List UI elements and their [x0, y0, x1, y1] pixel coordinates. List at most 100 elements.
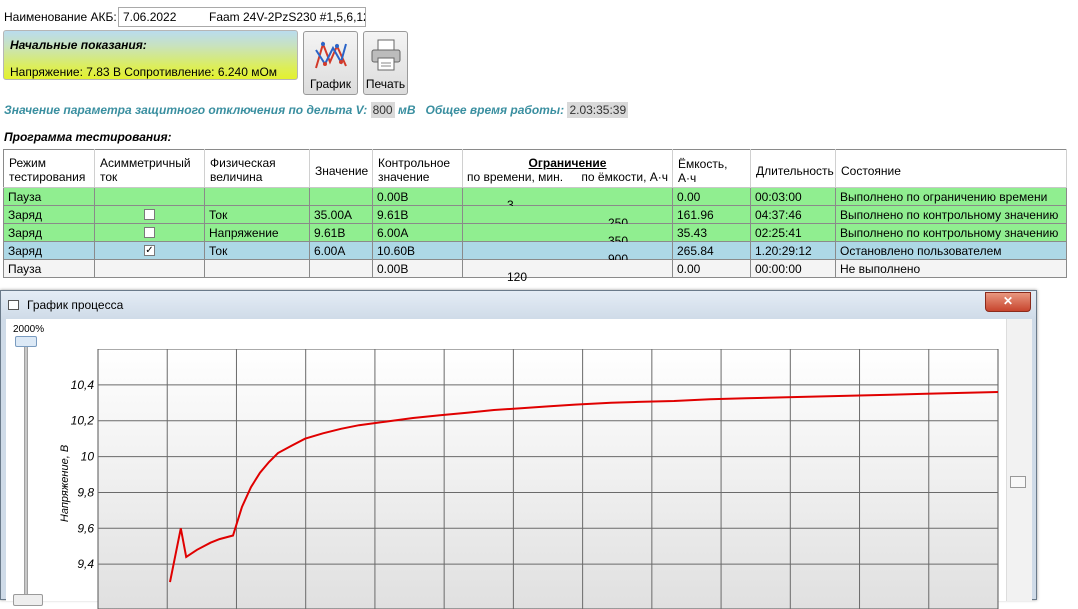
cell-duration: 00:03:00 [750, 187, 836, 206]
cell-control: 6.00А [372, 223, 463, 242]
cell-value: 9.61В [309, 223, 373, 242]
cell-control: 10.60В [372, 241, 463, 260]
close-button[interactable]: ✕ [985, 292, 1031, 312]
y-tick-label: 9,8 [77, 485, 94, 499]
vertical-scrollbar-thumb[interactable] [1010, 476, 1026, 488]
total-time-label: Общее время работы: [425, 103, 565, 117]
limit-capacity-header: по ёмкости, А·ч [581, 170, 668, 184]
graph-window: График процесса ✕ 2000% 9,4 9,6 9,8 10 10,2 1… [0, 290, 1037, 609]
col-header-value[interactable]: Значение [309, 149, 373, 188]
limit-time-value: 120 [507, 269, 528, 284]
cell-limit: 120 [462, 259, 673, 284]
cell-limit: 3 [462, 187, 673, 212]
graph-button-label: График [310, 77, 351, 91]
cell-control: 0.00В [372, 259, 463, 278]
col-header-duration[interactable]: Длительность [750, 149, 836, 188]
cell-duration: 1.20:29:12 [750, 241, 836, 260]
limit-time-header: по времени, мин. [467, 170, 564, 184]
total-time-value: 2.03:35:39 [567, 102, 629, 118]
test-program-table: Режим тестирования Асимметричный ток Физ… [3, 149, 1067, 284]
table-row[interactable]: Пауза 0.00В 120 0.00 00:00:00 Не выполнено [3, 259, 1067, 284]
cell-mode: Пауза [3, 187, 95, 206]
cell-phys [204, 259, 310, 278]
asym-checkbox[interactable] [144, 226, 155, 238]
cell-asym: ✓ [94, 241, 205, 260]
cell-asym [94, 259, 205, 278]
cell-capacity: 161.96 [672, 205, 751, 224]
cell-duration: 04:37:46 [750, 205, 836, 224]
cell-mode: Заряд [3, 241, 95, 260]
cell-asym [94, 187, 205, 206]
cell-value: 35.00А [309, 205, 373, 224]
table-row[interactable]: Заряд Напряжение 9.61В 6.00А 350 35.43 02:25:4… [3, 223, 1067, 248]
graph-window-titlebar[interactable]: График процесса ✕ [1, 291, 1036, 319]
delta-v-value: 800 [370, 102, 395, 118]
cell-limit: 350 [462, 223, 673, 248]
akb-model-text: Faam 24V-2PzS230 #1,5,6,12 [209, 10, 366, 24]
plot-area [97, 349, 999, 609]
cell-control: 0.00В [372, 187, 463, 206]
cell-capacity: 0.00 [672, 187, 751, 206]
cell-asym [94, 205, 205, 224]
cell-asym [94, 223, 205, 242]
col-header-mode[interactable]: Режим тестирования [3, 149, 95, 188]
asym-checkbox[interactable] [144, 208, 155, 220]
voltage-chart: 9,4 9,6 9,8 10 10,2 10,4 Напряжение, В [59, 349, 999, 609]
limit-header-title: Ограничение [528, 156, 607, 170]
zoom-slider-thumb[interactable] [15, 336, 37, 347]
col-header-asym[interactable]: Асимметричный ток [94, 149, 205, 188]
cell-value [309, 187, 373, 206]
cell-control: 9.61В [372, 205, 463, 224]
cell-state: Выполнено по контрольному значению [835, 205, 1067, 224]
table-row[interactable]: Заряд Ток 35.00А 9.61В 250 161.96 04:37:46 Выпо… [3, 205, 1067, 230]
zoom-slider-track[interactable] [24, 339, 28, 601]
cell-state: Остановлено пользователем [835, 241, 1067, 260]
graph-client-area: 2000% 9,4 9,6 9,8 10 10,2 10,4 Напряжение, В [6, 319, 1032, 609]
cell-duration: 00:00:00 [750, 259, 836, 278]
protection-param-row: Значение параметра защитного отключения … [4, 102, 629, 119]
cell-phys [204, 187, 310, 206]
initial-readings-panel: Начальные показания: Напряжение: 7.83 В … [3, 30, 298, 80]
cell-state: Выполнено по ограничению времени [835, 187, 1067, 206]
y-tick-label: 10,4 [71, 378, 95, 392]
zoom-level-label: 2000% [13, 324, 45, 335]
cell-duration: 02:25:41 [750, 223, 836, 242]
y-tick-label: 10,2 [71, 414, 95, 428]
col-header-capacity[interactable]: Ёмкость, А·ч [672, 149, 751, 188]
table-row[interactable]: Пауза 0.00В 3 0.00 00:03:00 Выполнено по огра… [3, 187, 1067, 212]
test-program-title: Программа тестирования: [4, 130, 172, 144]
delta-v-unit: мВ [397, 103, 416, 117]
y-tick-label: 9,6 [77, 521, 94, 535]
col-header-phys[interactable]: Физическая величина [204, 149, 310, 188]
asym-checkbox[interactable]: ✓ [144, 244, 155, 256]
cell-limit: 250 [462, 205, 673, 230]
cell-value: 6.00А [309, 241, 373, 260]
cell-capacity: 265.84 [672, 241, 751, 260]
printer-icon [371, 39, 400, 71]
graph-window-title: График процесса [27, 298, 124, 312]
vertical-scrollbar[interactable] [1006, 319, 1032, 601]
y-axis-label: Напряжение, В [59, 445, 71, 522]
col-header-control[interactable]: Контрольное значение [372, 149, 463, 188]
cell-capacity: 35.43 [672, 223, 751, 242]
graph-icon [314, 40, 347, 69]
cell-phys: Напряжение [204, 223, 310, 242]
zoom-slider-bottom-handle[interactable] [13, 594, 43, 606]
initial-readings-values: Напряжение: 7.83 В Сопротивление: 6.240 … [10, 65, 278, 79]
cell-capacity: 0.00 [672, 259, 751, 278]
akb-date-text: 7.06.2022 [123, 10, 177, 24]
y-tick-label: 10 [81, 450, 95, 464]
delta-v-label: Значение параметра защитного отключения … [4, 103, 368, 117]
table-row[interactable]: Заряд ✓ Ток 6.00А 10.60В 900 265.84 1.20:29:12 О… [3, 241, 1067, 266]
akb-name-field[interactable]: 7.06.2022 Faam 24V-2PzS230 #1,5,6,12 [118, 7, 366, 27]
cell-state: Выполнено по контрольному значению [835, 223, 1067, 242]
y-tick-label: 9,4 [77, 557, 94, 571]
cell-phys: Ток [204, 241, 310, 260]
graph-button[interactable]: График [303, 31, 358, 95]
col-header-state[interactable]: Состояние [835, 149, 1067, 188]
window-icon [8, 300, 19, 310]
col-header-limit[interactable]: Ограничение по времени, мин. по ёмкости,… [462, 149, 673, 188]
print-button-label: Печать [365, 77, 406, 91]
cell-state: Не выполнено [835, 259, 1067, 278]
print-button[interactable]: Печать [363, 31, 408, 95]
